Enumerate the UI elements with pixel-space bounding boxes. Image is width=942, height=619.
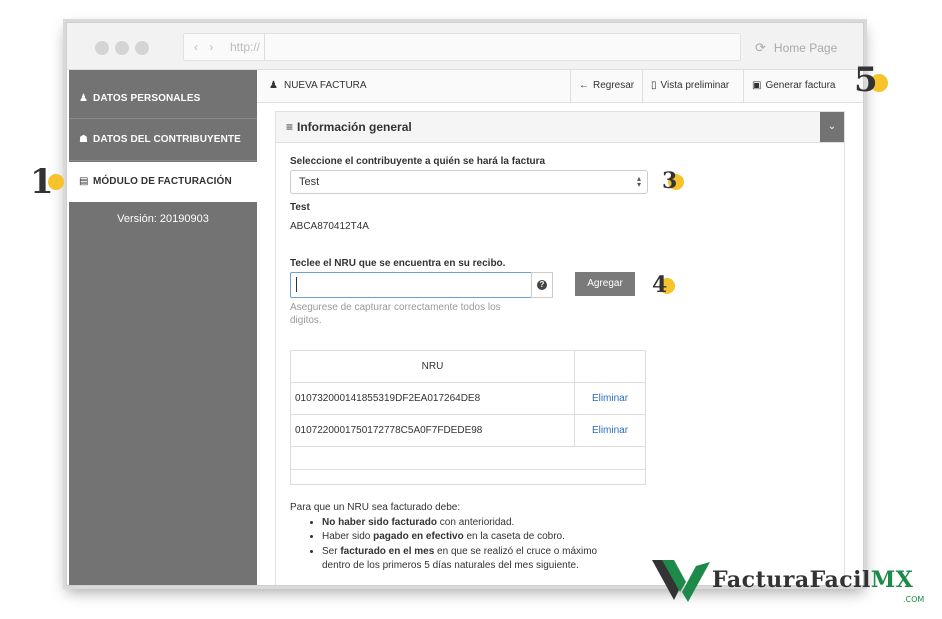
window-maximize-dot[interactable] xyxy=(135,41,149,55)
step-marker-5: 5 xyxy=(854,60,894,100)
arrow-left-icon: ← xyxy=(579,80,589,91)
select-arrows-icon: ▴ ▾ xyxy=(636,174,641,189)
table-row: 0107220001750172778C5A0F7FDEDE98 Elimina… xyxy=(290,414,646,447)
empty-cell xyxy=(290,469,646,485)
empty-row xyxy=(290,446,646,470)
nru-cell: 010732000141855319DF2EA017264DE8 xyxy=(290,382,575,415)
back-label: Regresar xyxy=(593,80,635,91)
preview-label: Vista preliminar xyxy=(660,80,730,91)
step-marker-3: 3 xyxy=(660,168,690,198)
panel-title-label: Información general xyxy=(297,120,412,134)
step-number: 4 xyxy=(652,272,668,298)
requirements-list: No haber sido facturado con anterioridad… xyxy=(290,516,622,574)
list-item: Haber sido pagado en efectivo en la case… xyxy=(322,530,622,545)
users-icon: ☗ xyxy=(79,134,89,145)
add-button[interactable]: Agregar xyxy=(575,272,635,296)
list-item: Ser facturado en el mes en que se realiz… xyxy=(322,545,622,574)
step-marker-4: 4 xyxy=(650,272,680,302)
column-header-nru: NRU xyxy=(290,350,575,383)
step-number: 1 xyxy=(30,162,54,202)
sidebar-item-modulo-facturacion[interactable]: ▤ MÓDULO DE FACTURACIÓN xyxy=(69,162,257,202)
note-text: con anterioridad. xyxy=(437,516,515,528)
save-icon: ▣ xyxy=(752,80,762,91)
notes-intro: Para que un NRU sea facturado debe: xyxy=(290,502,461,513)
toolbar: ♟ NUEVA FACTURA ← Regresar ▯ Vista prelimin… xyxy=(257,70,863,103)
help-button[interactable]: ? xyxy=(531,272,553,298)
empty-row xyxy=(290,469,646,485)
page-title: ♟ NUEVA FACTURA xyxy=(269,80,367,91)
note-text: Haber sido xyxy=(322,531,374,542)
logo-domain: .COM xyxy=(903,595,925,604)
taxpayer-name: Test xyxy=(290,202,310,213)
browser-chrome: ‹ › http:// ⟳ Home Page xyxy=(67,23,863,70)
note-text: en la caseta de cobro. xyxy=(463,531,565,542)
address-bar[interactable]: ‹ › http:// xyxy=(183,33,741,61)
file-icon: ▯ xyxy=(651,80,657,91)
table-header-row: NRU xyxy=(290,350,646,383)
window-minimize-dot[interactable] xyxy=(115,41,129,55)
person-icon: ♟ xyxy=(79,93,89,104)
facturafacil-logo: FacturaFacilMX .COM xyxy=(652,558,932,608)
nru-label: Teclee el NRU que se encuentra en su rec… xyxy=(290,258,506,269)
generate-label: Generar factura xyxy=(765,80,836,91)
text-caret xyxy=(296,277,297,292)
nru-input[interactable] xyxy=(290,272,532,298)
chevron-down-icon: ⌄ xyxy=(827,121,837,132)
logo-name: FacturaFacil xyxy=(712,567,871,593)
logo-wordmark: FacturaFacilMX xyxy=(712,567,913,593)
note-bold: facturado en el mes xyxy=(340,545,435,557)
browser-window: ‹ › http:// ⟳ Home Page ♟ DATOS PERSONALE… xyxy=(66,22,864,586)
column-header-actions xyxy=(574,350,646,383)
document-icon: ▤ xyxy=(79,176,89,187)
logo-suffix: MX xyxy=(870,567,914,593)
version-text: Versión: 20190903 xyxy=(117,213,209,225)
requirements-notes: Para que un NRU sea facturado debe: No h… xyxy=(290,501,622,574)
taxpayer-select[interactable]: Test ▴ ▾ xyxy=(290,170,648,194)
general-info-panel: ≡ Información general ⌄ Seleccione el con… xyxy=(275,111,845,585)
nru-cell: 0107220001750172778C5A0F7FDEDE98 xyxy=(290,414,575,447)
sidebar-item-datos-contribuyente[interactable]: ☗ DATOS DEL CONTRIBUYENTE xyxy=(69,120,257,161)
main-content: ♟ NUEVA FACTURA ← Regresar ▯ Vista prelimin… xyxy=(257,70,863,585)
nav-arrows-icon[interactable]: ‹ › xyxy=(194,34,217,60)
panel-title: ≡ Información general xyxy=(286,120,412,134)
delete-link[interactable]: Eliminar xyxy=(574,414,646,447)
sidebar-item-label: DATOS PERSONALES xyxy=(93,93,201,104)
taxpayer-select-label: Seleccione el contribuyente a quién se h… xyxy=(290,156,546,167)
note-text: Ser xyxy=(322,545,341,557)
home-page-button[interactable]: ⟳ Home Page xyxy=(755,40,837,56)
taxpayer-rfc: ABCA870412T4A xyxy=(290,221,369,232)
sidebar: ♟ DATOS PERSONALES ☗ DATOS DEL CONTRIBUY… xyxy=(69,70,257,585)
url-text: http:// xyxy=(230,40,261,54)
collapse-button[interactable]: ⌄ xyxy=(820,112,844,142)
generate-invoice-button[interactable]: ▣ Generar factura xyxy=(743,70,844,102)
empty-cell xyxy=(290,446,646,470)
preview-button[interactable]: ▯ Vista preliminar xyxy=(642,70,737,102)
sidebar-item-datos-personales[interactable]: ♟ DATOS PERSONALES xyxy=(69,80,257,119)
back-button[interactable]: ← Regresar xyxy=(570,70,642,102)
home-page-label: Home Page xyxy=(773,41,838,55)
logo-mark-icon xyxy=(652,560,710,602)
panel-header: ≡ Información general ⌄ xyxy=(276,112,844,143)
taxpayer-select-value: Test xyxy=(299,176,320,188)
note-bold: No haber sido facturado xyxy=(322,516,438,528)
nru-table: NRU 010732000141855319DF2EA017264DE8 Eli… xyxy=(290,350,646,485)
note-bold: pagado en efectivo xyxy=(373,531,464,542)
sidebar-item-label: DATOS DEL CONTRIBUYENTE xyxy=(93,134,241,145)
window-close-dot[interactable] xyxy=(95,41,109,55)
nru-hint: Asegurese de capturar correctamente todo… xyxy=(290,302,501,326)
table-row: 010732000141855319DF2EA017264DE8 Elimina… xyxy=(290,382,646,415)
step-marker-1: 1 xyxy=(30,162,70,202)
step-number: 3 xyxy=(662,168,678,194)
refresh-icon: ⟳ xyxy=(755,40,766,55)
list-icon: ≡ xyxy=(286,120,294,134)
address-divider xyxy=(264,34,265,60)
question-icon: ? xyxy=(537,280,547,290)
list-item: No haber sido facturado con anterioridad… xyxy=(322,516,622,531)
user-icon: ♟ xyxy=(269,80,278,91)
step-number: 5 xyxy=(854,60,878,100)
delete-link[interactable]: Eliminar xyxy=(574,382,646,415)
sidebar-item-label: MÓDULO DE FACTURACIÓN xyxy=(93,176,232,187)
page-title-label: NUEVA FACTURA xyxy=(283,80,367,91)
